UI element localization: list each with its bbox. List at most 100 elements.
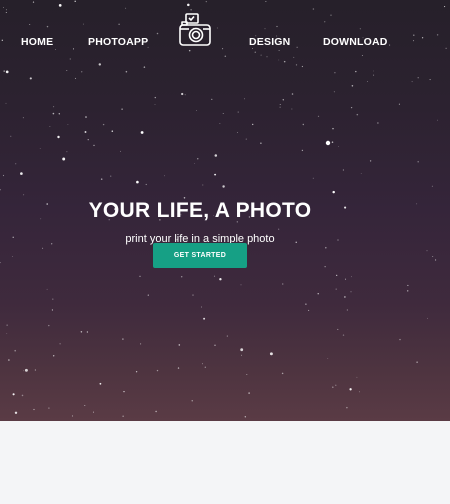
star <box>92 411 95 413</box>
nav-download-link[interactable]: DOWNLOAD <box>323 36 388 48</box>
star <box>80 331 83 333</box>
star <box>334 72 336 74</box>
star <box>122 338 124 340</box>
star <box>29 77 32 80</box>
star <box>102 123 105 126</box>
star <box>48 407 50 409</box>
star <box>22 370 24 372</box>
star <box>305 303 307 305</box>
star <box>407 284 409 286</box>
star <box>367 81 368 82</box>
star <box>279 103 281 105</box>
star <box>52 355 55 357</box>
landing-page: HOME PHOTOAPP DESIGN DOWNLOAD YOUR LIFE,… <box>0 0 450 504</box>
star <box>246 373 248 376</box>
star <box>355 70 357 73</box>
star <box>282 283 284 285</box>
star <box>5 70 9 74</box>
star <box>437 119 438 121</box>
star <box>346 406 348 409</box>
nav-design-link[interactable]: DESIGN <box>249 36 290 48</box>
star <box>278 228 280 230</box>
get-started-button[interactable]: GET STARTED <box>153 243 247 268</box>
star <box>260 142 262 144</box>
star <box>333 91 335 93</box>
star <box>87 139 89 141</box>
star <box>301 149 304 152</box>
star <box>398 103 400 105</box>
star <box>214 344 216 346</box>
star <box>39 148 41 149</box>
content-section <box>0 421 450 504</box>
star <box>335 288 337 290</box>
star <box>67 123 69 125</box>
star <box>204 366 206 368</box>
star <box>417 160 419 163</box>
star <box>66 70 68 71</box>
star <box>22 117 24 119</box>
star <box>42 247 44 249</box>
star <box>344 278 347 280</box>
star <box>431 185 433 187</box>
nav-photoapp-link[interactable]: PHOTOAPP <box>88 36 148 48</box>
star <box>251 123 254 126</box>
star <box>417 77 419 79</box>
star <box>203 317 206 320</box>
star <box>356 113 359 116</box>
star <box>191 400 193 402</box>
star <box>435 259 437 261</box>
star <box>194 163 195 164</box>
hero-section: HOME PHOTOAPP DESIGN DOWNLOAD YOUR LIFE,… <box>0 0 450 421</box>
star <box>214 154 218 157</box>
star <box>245 138 247 140</box>
star <box>337 146 339 147</box>
hero-title: YOUR LIFE, A PHOTO <box>88 199 312 223</box>
star <box>15 163 17 165</box>
star <box>156 369 159 372</box>
star <box>350 106 353 109</box>
star <box>58 113 60 115</box>
star <box>324 266 326 268</box>
star <box>346 309 349 311</box>
star <box>214 173 217 176</box>
top-navigation: HOME PHOTOAPP DESIGN DOWNLOAD <box>0 0 450 70</box>
star <box>33 408 35 411</box>
star <box>332 386 334 388</box>
star <box>342 169 344 171</box>
star <box>317 115 320 117</box>
star <box>12 393 15 396</box>
star <box>23 194 25 196</box>
star <box>8 359 10 361</box>
star <box>6 324 8 326</box>
star <box>248 392 250 394</box>
star <box>84 405 86 407</box>
star <box>178 344 181 346</box>
star <box>14 411 18 415</box>
camera-icon[interactable] <box>178 12 212 48</box>
star <box>125 70 128 73</box>
star <box>51 309 53 311</box>
star <box>377 122 379 124</box>
star <box>358 391 360 393</box>
star <box>120 150 121 152</box>
star <box>427 317 428 319</box>
star <box>52 298 54 300</box>
star <box>196 109 197 111</box>
star <box>21 394 24 397</box>
nav-home-link[interactable]: HOME <box>21 36 53 48</box>
star <box>145 183 147 186</box>
star <box>192 294 194 296</box>
star <box>177 367 180 369</box>
star <box>241 354 242 356</box>
star <box>155 410 157 413</box>
star <box>123 390 125 393</box>
star <box>53 106 55 108</box>
star <box>0 262 1 264</box>
star <box>84 131 87 133</box>
star <box>20 172 23 175</box>
star <box>57 135 60 139</box>
star <box>335 384 337 386</box>
star <box>2 174 5 177</box>
star <box>3 70 5 72</box>
star <box>411 81 413 83</box>
